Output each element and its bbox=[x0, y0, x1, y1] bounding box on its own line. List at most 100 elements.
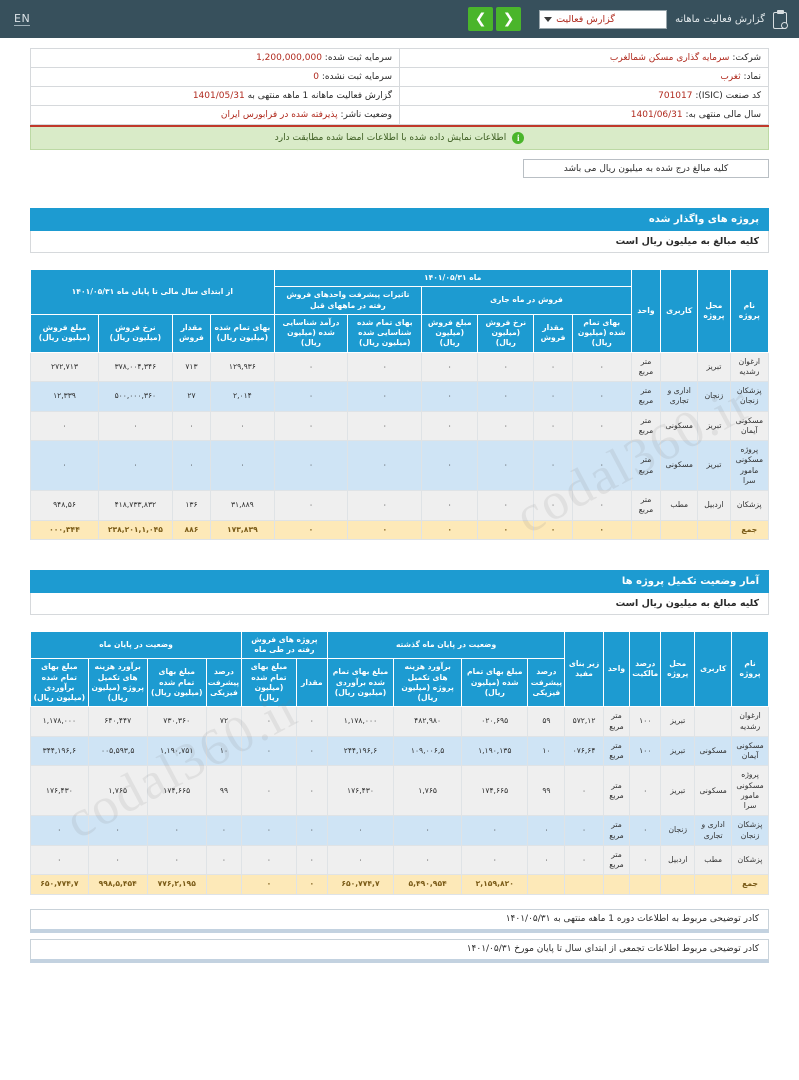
cell-ytd-qty: ٢٧ bbox=[171, 381, 212, 412]
table-row[interactable]: پزشکان زنجان زنجان اداری و تجاری متر مربع ٠ ٠… bbox=[30, 381, 770, 412]
th2-unit: واحد bbox=[602, 630, 631, 708]
total-cell-lm-cost-incurred: ٢,١۵٩,٨٢٠ bbox=[461, 874, 529, 895]
cell-pc-cost: ٠ bbox=[347, 440, 423, 491]
th-ytd-group: از ابتدای سال مالی تا پایان ماه ۱۴۰۱/۰۵/… bbox=[30, 269, 275, 315]
language-toggle-en[interactable]: EN bbox=[14, 13, 31, 26]
table-row[interactable]: پروژه مسکونی مامور سرا تبریز مسکونی متر مرب… bbox=[30, 440, 770, 491]
cell-ownership-pct: ١٠٠ bbox=[629, 706, 662, 737]
th-project-name: نام پروژه bbox=[729, 269, 770, 353]
cell-eom-est-completion: ۴۴٧,۶۴٠ bbox=[87, 706, 148, 737]
total-cell-location bbox=[660, 874, 696, 895]
cell-eom-cost-incurred: ١,١٩٠,٧۵١ bbox=[146, 735, 207, 767]
cell-ytd-cost: ٢,٠١۴ bbox=[210, 381, 275, 412]
footer-note-period: کادر توضیحی مربوط به اطلاعات دوره 1 ماهه… bbox=[30, 908, 769, 933]
company-info-table: شرکت: سرمایه گذاری مسکن شمالغرب سرمایه ث… bbox=[30, 48, 769, 125]
table-row[interactable]: پزشکان اردبیل مطب متر مربع ٠ ٠ ٠ ٠ ٠ ٠ ٣١,٨٨٩ ١٣۶ ۴١… bbox=[30, 490, 770, 521]
cell-eom-progress: ٧٢ bbox=[205, 706, 243, 737]
th2-sold-group: پروژه های فروش رفته در طی ماه bbox=[241, 630, 328, 660]
cell-unit: متر مربع bbox=[630, 381, 662, 412]
cell-ytd-rate: ٣۴۶,٠٠۴,٣٧٨ bbox=[97, 351, 173, 382]
cell-unit: متر مربع bbox=[602, 706, 631, 737]
period-value: 1401/05/31 bbox=[192, 91, 245, 101]
cell-location: تبریز bbox=[697, 351, 731, 382]
isic-label: کد صنعت (ISIC): bbox=[695, 91, 761, 101]
table2-header-row-1: نام پروژه کاربری محل پروژه درصد مالکیت و… bbox=[29, 630, 769, 708]
table-row[interactable]: پزشکان مطب اردبیل ٠ متر مربع ٠ ٠ ٠ ٠ ٠ ٠ ٠ ٠ ٠ ٠ ٠ bbox=[30, 844, 769, 876]
total-cell-lm-total-est: ٧,۶۵٠,٧٧۴ bbox=[326, 874, 395, 895]
cell-eom-progress: ٠ bbox=[205, 844, 243, 876]
report-type-select[interactable]: گزارش فعالیت bbox=[539, 9, 668, 29]
info-row-company: شرکت: سرمایه گذاری مسکن شمالغرب سرمایه ث… bbox=[30, 48, 769, 68]
cell-pc-cost: ٠ bbox=[347, 410, 423, 441]
total-cell-pc-cost: ٠ bbox=[347, 519, 423, 540]
table-total-row: جمع ٢,١۵٩,٨٢٠ ۵,۴٩٠,٩۵۴ ٧,۶۵٠,٧٧۴ ٠ ٠ ٢,١٩۵,٧٧… bbox=[30, 874, 769, 895]
section-completion-status: آمار وضعیت تکمیل پروژه ها کلیه مبالغ به … bbox=[29, 569, 769, 895]
cell-eom-cost-incurred: ٠ bbox=[146, 844, 207, 876]
company-label: شرکت: bbox=[732, 53, 761, 63]
cell-pc-cost: ٠ bbox=[347, 381, 423, 412]
total-cell-project-name: جمع bbox=[731, 874, 769, 895]
total-cell-ytd-qty: ٨٨۶ bbox=[171, 519, 212, 540]
cell-ytd-amount: ٠ bbox=[30, 440, 99, 491]
cell-unit: متر مربع bbox=[602, 735, 631, 767]
prev-report-button[interactable]: ❯ bbox=[468, 7, 494, 31]
th2-last-month-group: وضعیت در پایان ماه گذشته bbox=[326, 630, 566, 660]
table-row[interactable]: پزشکان زنجان اداری و تجاری زنجان ٠ متر مربع ٠… bbox=[30, 815, 769, 846]
total-cell-ytd-cost: ١٧٣,٨٣٩ bbox=[210, 519, 275, 540]
total-cell-project-name: جمع bbox=[729, 519, 770, 540]
cell-cm-qty: ٠ bbox=[533, 440, 573, 491]
cell-project-name: ارغوان رشدیه bbox=[729, 351, 770, 382]
th-ytd-qty: مقدار فروش bbox=[171, 313, 212, 353]
th2-sold-qty: مقدار bbox=[295, 658, 328, 708]
page-title: گزارش فعالیت ماهانه bbox=[675, 13, 765, 25]
cell-cm-qty: ٠ bbox=[533, 410, 573, 441]
report-page: شرکت: سرمایه گذاری مسکن شمالغرب سرمایه ث… bbox=[0, 48, 799, 963]
cell-cm-amount: ٠ bbox=[421, 381, 479, 412]
cell-eom-cost-incurred: ١٧۴,۶۶۵ bbox=[146, 765, 207, 817]
cell-cm-cost: ٠ bbox=[571, 381, 632, 412]
cell-eom-total-est: ١٧۶,۴٣٠ bbox=[30, 765, 89, 817]
cell-ytd-qty: ٠ bbox=[171, 440, 212, 491]
cell-usage: مطب bbox=[660, 490, 699, 521]
total-cell-eom-total-est: ٧,۶۵٠,٧٧۴ bbox=[30, 874, 89, 895]
total-cell-lm-est-completion: ۵,۴٩٠,٩۵۴ bbox=[393, 874, 463, 895]
th-month-group: ماه ۱۴۰۱/۰۵/۳۱ bbox=[273, 268, 632, 288]
cell-location: زنجان bbox=[660, 815, 696, 846]
total-cell-unit bbox=[630, 519, 662, 540]
total-cell-ownership-pct bbox=[629, 874, 662, 895]
info-cell-symbol: نماد: ثغرب bbox=[399, 67, 769, 87]
info-row-fiscal: سال مالی منتهی به: 1401/06/31 وضعیت ناشر… bbox=[30, 105, 769, 125]
cell-lm-cost-incurred: ٠ bbox=[461, 815, 529, 846]
total-cell-usage bbox=[694, 874, 733, 895]
table-row[interactable]: ارغوان رشدیه تبریز متر مربع ٠ ٠ ٠ ٠ ٠ ٠ ١٢٩,٩٣۶ ٧١… bbox=[30, 351, 770, 382]
cell-lm-total-est: ١,١٧٨,٠٠٠ bbox=[326, 706, 395, 737]
cell-sold-qty: ٠ bbox=[295, 815, 328, 846]
th-cm-rate: نرخ فروش (میلیون ریال) bbox=[477, 313, 535, 353]
th2-project-name: نام پروژه bbox=[731, 630, 769, 708]
total-cell-area bbox=[564, 874, 604, 895]
cell-usage bbox=[694, 706, 733, 737]
cell-pc-revenue: ٠ bbox=[273, 490, 349, 521]
th2-lm-est-completion: برآورد هزینه های تکمیل پروژه (میلیون ریا… bbox=[393, 658, 463, 708]
next-report-button[interactable]: ❮ bbox=[496, 7, 522, 31]
cell-ownership-pct: ٠ bbox=[629, 844, 662, 876]
total-cell-ytd-amount: ٣۴۴,٠٠٠ bbox=[30, 519, 99, 540]
cell-eom-cost-incurred: ٧٣٠,٣۶٠ bbox=[146, 706, 207, 737]
cell-lm-progress: ۵٩ bbox=[527, 706, 566, 737]
cell-cm-rate: ٠ bbox=[477, 410, 535, 441]
table-row[interactable]: ارغوان رشدیه تبریز ١٠٠ متر مربع ١٢,۵٧٢ ۵٩ ۶٩۵,… bbox=[30, 706, 769, 737]
total-cell-eom-progress bbox=[205, 874, 243, 895]
cell-project-name: پزشکان زنجان bbox=[731, 815, 769, 846]
table-row[interactable]: مسکونی آیمان تبریز مسکونی متر مربع ٠ ٠ ٠ ٠ ٠ ٠ ٠ ٠ ٠… bbox=[30, 410, 770, 441]
table2-body: ارغوان رشدیه تبریز ١٠٠ متر مربع ١٢,۵٧٢ ۵٩ ۶٩۵,… bbox=[30, 706, 769, 895]
th2-lm-total-est: مبلغ بهای تمام شده برآوردی (میلیون ریال) bbox=[326, 658, 395, 708]
cell-eom-progress: ٠ bbox=[205, 815, 243, 846]
info-icon: i bbox=[512, 132, 525, 144]
table-row[interactable]: مسکونی آیمان مسکونی تبریز ١٠٠ متر مربع ۶۴,٠٧۶… bbox=[30, 735, 769, 767]
cell-lm-est-completion: ٠ bbox=[393, 815, 463, 846]
report-nav-buttons: ❮ ❯ bbox=[468, 7, 522, 31]
cell-cm-rate: ٠ bbox=[477, 490, 535, 521]
cell-lm-cost-incurred: ١,١٩٠,١٣۵ bbox=[461, 735, 529, 767]
table-row[interactable]: پروژه مسکونی مامور سرا مسکونی تبریز ٠ متر مر… bbox=[30, 765, 769, 817]
table1-header-row-1: نام پروژه محل پروژه کاربری واحد ماه ۱۴۰۱… bbox=[30, 268, 770, 353]
